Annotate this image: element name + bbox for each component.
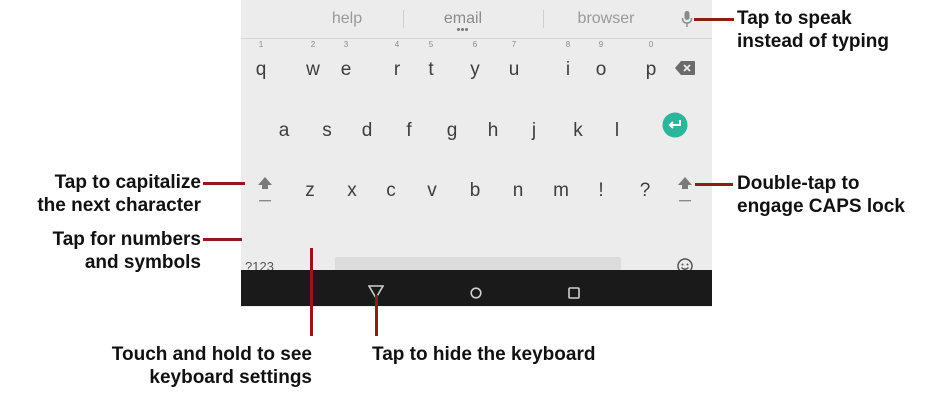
callout-settings: Touch and hold to see keyboard settings	[60, 343, 312, 389]
callout-caps-lock: Double-tap to engage CAPS lock	[737, 172, 905, 218]
key-e[interactable]: 3e	[331, 40, 361, 90]
suggestion-left[interactable]: help	[307, 8, 387, 30]
enter-icon[interactable]	[662, 112, 688, 143]
nav-home-circle-icon[interactable]	[470, 286, 482, 304]
key-g[interactable]: g	[437, 112, 467, 142]
key-d[interactable]: d	[352, 112, 382, 142]
callout-line-hide	[375, 295, 378, 336]
key-l[interactable]: l	[602, 112, 632, 142]
key-y[interactable]: 6y	[460, 40, 490, 90]
suggestion-divider	[543, 10, 544, 28]
key-n[interactable]: n	[503, 172, 533, 202]
key-f[interactable]: f	[394, 112, 424, 142]
callout-line-settings	[310, 248, 313, 336]
key-t[interactable]: 5t	[416, 40, 446, 90]
key-exclamation[interactable]: !	[586, 172, 616, 202]
key-j[interactable]: j	[519, 112, 549, 142]
key-c[interactable]: c	[376, 172, 406, 202]
key-i[interactable]: 8i	[553, 40, 583, 90]
key-q[interactable]: 1q	[246, 40, 276, 90]
key-p[interactable]: 0p	[636, 40, 666, 90]
callout-hide: Tap to hide the keyboard	[372, 343, 595, 366]
callout-speak-line1: Tap to speak	[737, 8, 852, 29]
key-r[interactable]: 4r	[382, 40, 412, 90]
key-z[interactable]: z	[295, 172, 325, 202]
callout-caps-lock-line2: engage CAPS lock	[737, 196, 905, 217]
callout-caps-lock-line1: Double-tap to	[737, 173, 860, 194]
shift-right-icon[interactable]	[676, 176, 694, 209]
shift-left-icon[interactable]	[256, 176, 274, 209]
microphone-icon[interactable]	[681, 11, 693, 27]
callout-numbers-line2: and symbols	[84, 252, 201, 273]
key-m[interactable]: m	[546, 172, 576, 202]
callout-numbers: Tap for numbers and symbols	[3, 228, 202, 274]
suggestion-center[interactable]: email	[423, 8, 503, 30]
key-s[interactable]: s	[312, 112, 342, 142]
callout-hide-line1: Tap to hide the keyboard	[372, 344, 596, 365]
callout-line-speak	[694, 18, 734, 21]
callout-settings-line1: Touch and hold to see	[111, 344, 312, 365]
nav-recents-square-icon[interactable]	[568, 286, 580, 304]
callout-capitalize: Tap to capitalize the next character	[3, 171, 201, 217]
key-u[interactable]: 7u	[499, 40, 529, 90]
key-a[interactable]: a	[269, 112, 299, 142]
key-x[interactable]: x	[337, 172, 367, 202]
suggestion-right[interactable]: browser	[561, 8, 651, 30]
suggestion-divider	[403, 10, 404, 28]
suggestion-strip: help email browser	[241, 0, 712, 39]
callout-line-numbers	[203, 238, 242, 241]
key-w[interactable]: 2w	[298, 40, 328, 90]
key-k[interactable]: k	[563, 112, 593, 142]
callout-settings-line2: keyboard settings	[149, 367, 312, 388]
key-v[interactable]: v	[417, 172, 447, 202]
key-h[interactable]: h	[478, 112, 508, 142]
callout-line-capitalize	[203, 182, 245, 185]
callout-speak-line2: instead of typing	[737, 31, 889, 52]
backspace-icon[interactable]	[675, 61, 695, 80]
callout-line-caps-lock	[695, 183, 733, 186]
callout-numbers-line1: Tap for numbers	[52, 229, 202, 250]
key-b[interactable]: b	[460, 172, 490, 202]
key-question[interactable]: ?	[630, 172, 660, 202]
callout-speak: Tap to speak instead of typing	[737, 7, 889, 53]
callout-capitalize-line1: Tap to capitalize	[54, 172, 201, 193]
callout-capitalize-line2: the next character	[37, 195, 201, 216]
key-o[interactable]: 9o	[586, 40, 616, 90]
more-suggestions-dots-icon[interactable]	[457, 28, 469, 32]
